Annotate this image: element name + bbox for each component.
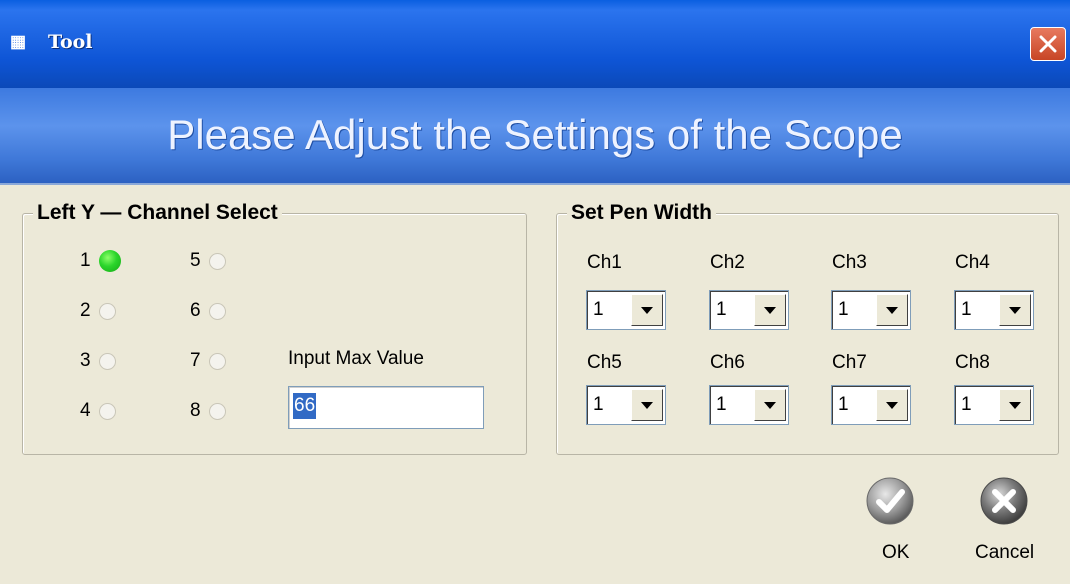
chevron-down-icon[interactable] xyxy=(754,389,786,421)
ch3-label: Ch3 xyxy=(832,252,867,273)
cancel-label[interactable]: Cancel xyxy=(975,542,1034,564)
max-value-text: 66 xyxy=(293,393,317,419)
ch5-pen-select[interactable]: 1 xyxy=(586,385,666,425)
ch3-pen-select[interactable]: 1 xyxy=(831,290,911,330)
select-value: 1 xyxy=(716,299,727,320)
chevron-down-icon[interactable] xyxy=(999,294,1031,326)
chevron-down-icon[interactable] xyxy=(876,294,908,326)
chevron-down-icon[interactable] xyxy=(754,294,786,326)
app-icon: ▦ xyxy=(10,32,27,51)
chevron-down-icon[interactable] xyxy=(876,389,908,421)
ch4-pen-select[interactable]: 1 xyxy=(954,290,1034,330)
close-icon xyxy=(1039,35,1057,53)
ch4-label: Ch4 xyxy=(955,252,990,273)
radio-icon[interactable] xyxy=(98,352,116,370)
pen-width-legend: Set Pen Width xyxy=(567,200,716,226)
ch8-pen-select[interactable]: 1 xyxy=(954,385,1034,425)
select-value: 1 xyxy=(716,394,727,415)
chevron-down-icon[interactable] xyxy=(631,294,663,326)
ch7-pen-select[interactable]: 1 xyxy=(831,385,911,425)
ch5-label: Ch5 xyxy=(587,352,622,373)
radio-label: 1 xyxy=(80,250,91,271)
radio-icon[interactable] xyxy=(208,302,226,320)
ok-button[interactable] xyxy=(866,477,914,525)
title-bar: ▦ Tool xyxy=(0,0,1070,89)
max-value-label: Input Max Value xyxy=(288,348,424,369)
ch2-label: Ch2 xyxy=(710,252,745,273)
ch6-pen-select[interactable]: 1 xyxy=(709,385,789,425)
chevron-down-icon[interactable] xyxy=(631,389,663,421)
window-title: Tool xyxy=(48,31,93,53)
select-value: 1 xyxy=(593,299,604,320)
radio-selected-icon[interactable] xyxy=(98,250,121,272)
radio-label: 8 xyxy=(190,400,201,421)
radio-channel-7[interactable]: 7 xyxy=(190,350,226,372)
radio-channel-2[interactable]: 2 xyxy=(80,300,116,322)
radio-label: 2 xyxy=(80,300,91,321)
radio-label: 4 xyxy=(80,400,91,421)
select-value: 1 xyxy=(593,394,604,415)
radio-icon[interactable] xyxy=(208,352,226,370)
banner-title: Please Adjust the Settings of the Scope xyxy=(167,111,903,158)
header-banner: Please Adjust the Settings of the Scope xyxy=(0,88,1070,185)
ch2-pen-select[interactable]: 1 xyxy=(709,290,789,330)
radio-icon[interactable] xyxy=(208,252,226,270)
radio-icon[interactable] xyxy=(98,402,116,420)
radio-label: 5 xyxy=(190,250,201,271)
max-value-input[interactable]: 66 xyxy=(288,386,484,429)
radio-icon[interactable] xyxy=(98,302,116,320)
radio-label: 3 xyxy=(80,350,91,371)
ok-label[interactable]: OK xyxy=(882,542,909,564)
radio-icon[interactable] xyxy=(208,402,226,420)
select-value: 1 xyxy=(961,394,972,415)
radio-channel-5[interactable]: 5 xyxy=(190,250,226,272)
select-value: 1 xyxy=(838,299,849,320)
cancel-button[interactable] xyxy=(980,477,1028,525)
radio-label: 7 xyxy=(190,350,201,371)
select-value: 1 xyxy=(961,299,972,320)
radio-label: 6 xyxy=(190,300,201,321)
radio-channel-4[interactable]: 4 xyxy=(80,400,116,422)
channel-select-legend: Left Y — Channel Select xyxy=(33,200,282,226)
ch6-label: Ch6 xyxy=(710,352,745,373)
radio-channel-3[interactable]: 3 xyxy=(80,350,116,372)
ch1-label: Ch1 xyxy=(587,252,622,273)
ch8-label: Ch8 xyxy=(955,352,990,373)
radio-channel-6[interactable]: 6 xyxy=(190,300,226,322)
ch7-label: Ch7 xyxy=(832,352,867,373)
ch1-pen-select[interactable]: 1 xyxy=(586,290,666,330)
select-value: 1 xyxy=(838,394,849,415)
checkmark-icon xyxy=(866,477,914,525)
radio-channel-8[interactable]: 8 xyxy=(190,400,226,422)
close-button[interactable] xyxy=(1030,27,1066,61)
cancel-x-icon xyxy=(980,477,1028,525)
radio-channel-1[interactable]: 1 xyxy=(80,250,121,272)
chevron-down-icon[interactable] xyxy=(999,389,1031,421)
